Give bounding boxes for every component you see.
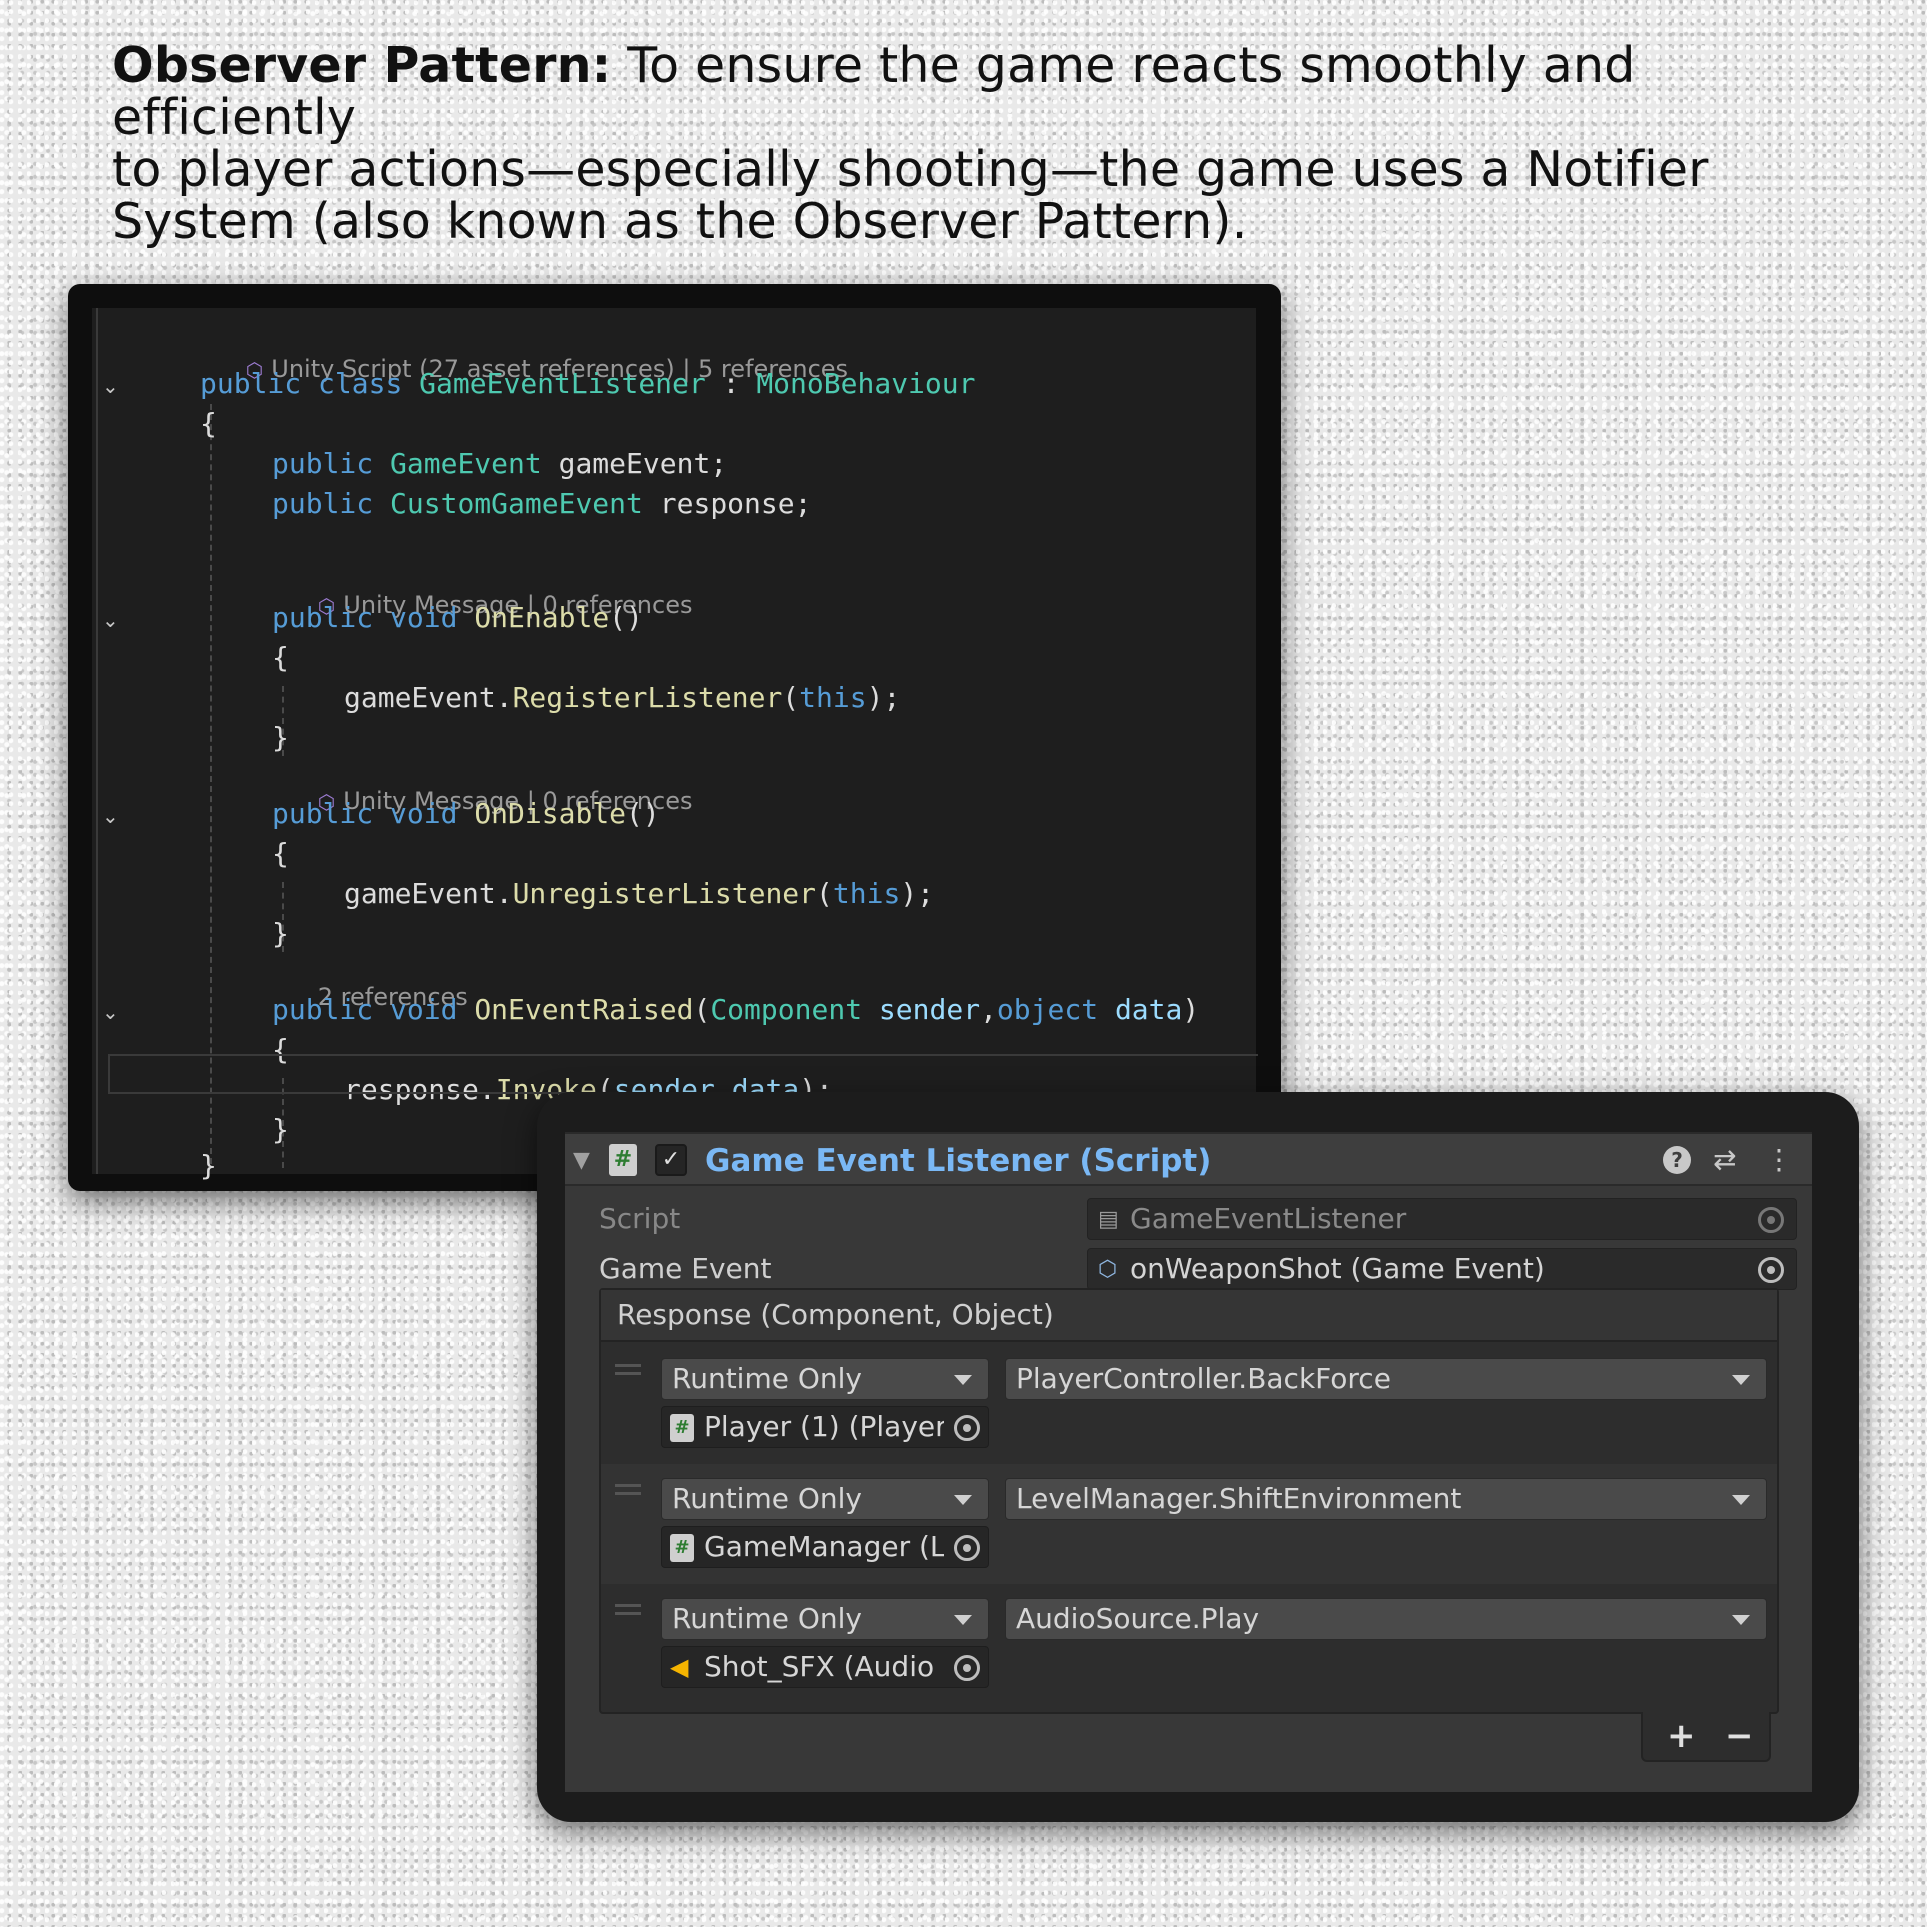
- script-hash-icon: #: [670, 1414, 694, 1442]
- unity-event-header: Response (Component, Object): [601, 1290, 1777, 1342]
- game-event-field[interactable]: ⬡ onWeaponShot (Game Event): [1087, 1248, 1797, 1290]
- intro-heading: Observer Pattern:: [112, 37, 612, 94]
- codelens-class[interactable]: ⬡ Unity Script (27 asset references) | 5 …: [200, 324, 848, 383]
- drag-handle-icon[interactable]: [615, 1364, 641, 1380]
- code-line-open-brace: {: [272, 837, 289, 870]
- chevron-down-icon: [1732, 1495, 1750, 1505]
- code-line-class-close-brace: }: [200, 1149, 217, 1182]
- code-editor[interactable]: ⬡ Unity Script (27 asset references) | 5 …: [92, 308, 1256, 1182]
- unity-event-response: Response (Component, Object) Runtime Onl…: [599, 1288, 1779, 1714]
- function-dropdown[interactable]: LevelManager.ShiftEnvironment: [1005, 1478, 1767, 1520]
- listener-row: Runtime Only PlayerController.BackForce …: [601, 1344, 1777, 1464]
- component-enabled-checkbox[interactable]: ✓: [655, 1144, 687, 1176]
- fold-chevron-down-icon[interactable]: ⌄: [102, 806, 122, 826]
- call-state-dropdown[interactable]: Runtime Only: [661, 1598, 989, 1640]
- component-title: Game Event Listener (Script): [705, 1143, 1212, 1179]
- game-event-field-value: onWeaponShot (Game Event): [1130, 1252, 1545, 1285]
- object-picker-icon[interactable]: [954, 1535, 980, 1561]
- fold-chevron-down-icon[interactable]: ⌄: [102, 1002, 122, 1022]
- unity-inspector-window: ▼ # ✓ Game Event Listener (Script) ? ⇄ ⋮…: [537, 1092, 1859, 1822]
- call-state-dropdown[interactable]: Runtime Only: [661, 1358, 989, 1400]
- code-line-open-brace: {: [200, 407, 217, 440]
- drag-handle-icon[interactable]: [615, 1484, 641, 1500]
- script-field-value: GameEventListener: [1130, 1202, 1407, 1235]
- function-dropdown[interactable]: PlayerController.BackForce: [1005, 1358, 1767, 1400]
- code-line-class-declaration: public class GameEventListener : MonoBeh…: [200, 367, 976, 400]
- call-state-dropdown[interactable]: Runtime Only: [661, 1478, 989, 1520]
- indent-guide: [210, 404, 212, 1164]
- chevron-down-icon: [954, 1495, 972, 1505]
- chevron-down-icon: [1732, 1615, 1750, 1625]
- code-line-oneventraised-signature: public void OnEventRaised(Component send…: [272, 993, 1200, 1026]
- help-icon[interactable]: ?: [1663, 1146, 1691, 1174]
- current-line-highlight: [108, 1054, 1258, 1094]
- script-field: ▤ GameEventListener: [1087, 1198, 1797, 1240]
- codelens-oneventraised[interactable]: 2 references: [272, 952, 468, 1011]
- script-file-icon: ▤: [1098, 1207, 1119, 1232]
- add-listener-button[interactable]: +: [1667, 1716, 1696, 1756]
- game-event-label: Game Event: [599, 1252, 772, 1285]
- code-line-register-listener: gameEvent.RegisterListener(this);: [344, 681, 901, 714]
- intro-line-3: System (also known as the Observer Patte…: [112, 193, 1248, 250]
- chevron-down-icon: [954, 1375, 972, 1385]
- script-hash-icon: #: [670, 1534, 694, 1562]
- listener-row: Runtime Only AudioSource.Play ◀ Shot_SFX…: [601, 1584, 1777, 1704]
- chevron-down-icon: [954, 1615, 972, 1625]
- drag-handle-icon[interactable]: [615, 1604, 641, 1620]
- object-picker-icon[interactable]: [1758, 1257, 1784, 1283]
- code-line-field-response: public CustomGameEvent response;: [272, 487, 812, 520]
- code-line-close-brace: }: [272, 1113, 289, 1146]
- codelens-ondisable[interactable]: ⬡ Unity Message | 0 references: [272, 756, 693, 815]
- object-picker-icon: [1758, 1207, 1784, 1233]
- target-object-field[interactable]: ◀ Shot_SFX (Audio: [661, 1646, 989, 1688]
- audio-source-icon: ◀: [670, 1653, 689, 1681]
- chevron-down-icon: [1732, 1375, 1750, 1385]
- inspector-body: ▼ # ✓ Game Event Listener (Script) ? ⇄ ⋮…: [565, 1132, 1812, 1792]
- function-dropdown[interactable]: AudioSource.Play: [1005, 1598, 1767, 1640]
- intro-line-2: to player actions—especially shooting—th…: [112, 141, 1709, 198]
- scriptable-object-icon: ⬡: [1098, 1257, 1118, 1282]
- component-header[interactable]: ▼ # ✓ Game Event Listener (Script) ? ⇄ ⋮: [565, 1132, 1812, 1186]
- code-line-ondisable-signature: public void OnDisable(): [272, 797, 660, 830]
- script-hash-icon: #: [609, 1144, 637, 1176]
- more-options-icon[interactable]: ⋮: [1765, 1144, 1793, 1176]
- code-line-close-brace: }: [272, 721, 289, 754]
- add-remove-buttons: + −: [1641, 1712, 1771, 1762]
- script-label: Script: [599, 1202, 681, 1235]
- fold-chevron-down-icon[interactable]: ⌄: [102, 610, 122, 630]
- target-object-field[interactable]: # GameManager (L: [661, 1526, 989, 1568]
- code-line-field-gameevent: public GameEvent gameEvent;: [272, 447, 728, 480]
- listener-row: Runtime Only LevelManager.ShiftEnvironme…: [601, 1464, 1777, 1584]
- code-line-unregister-listener: gameEvent.UnregisterListener(this);: [344, 877, 935, 910]
- response-label: Response (Component, Object): [617, 1298, 1054, 1331]
- object-picker-icon[interactable]: [954, 1415, 980, 1441]
- remove-listener-button[interactable]: −: [1725, 1716, 1754, 1756]
- target-object-field[interactable]: # Player (1) (Player: [661, 1406, 989, 1448]
- code-line-onenable-signature: public void OnEnable(): [272, 601, 643, 634]
- intro-text: Observer Pattern: To ensure the game rea…: [112, 40, 1832, 248]
- code-line-open-brace: {: [272, 641, 289, 674]
- code-line-close-brace: }: [272, 917, 289, 950]
- object-picker-icon[interactable]: [954, 1655, 980, 1681]
- codelens-onenable[interactable]: ⬡ Unity Message | 0 references: [272, 560, 693, 619]
- editor-margin: [96, 308, 98, 1174]
- preset-sliders-icon[interactable]: ⇄: [1713, 1144, 1736, 1176]
- foldout-triangle-icon[interactable]: ▼: [573, 1148, 590, 1173]
- fold-chevron-down-icon[interactable]: ⌄: [102, 376, 122, 396]
